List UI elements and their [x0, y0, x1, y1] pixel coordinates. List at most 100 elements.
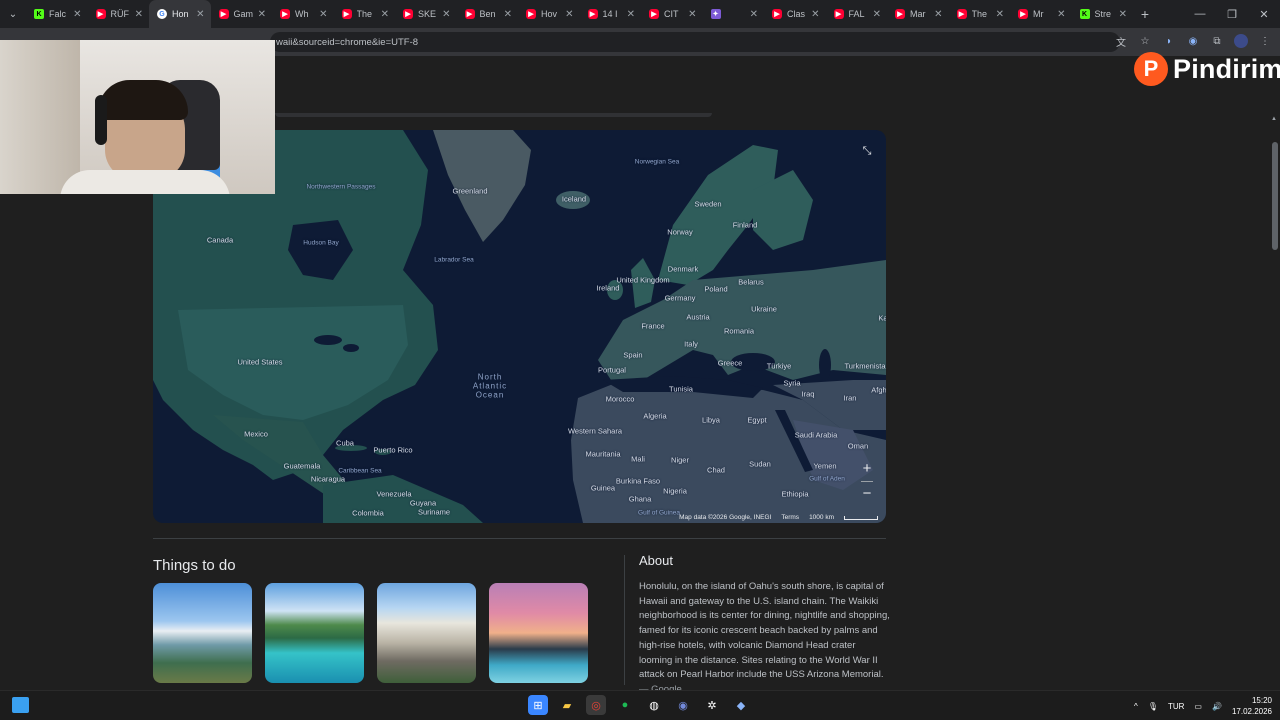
browser-tab[interactable]: ▶ RÜF ✕ [88, 0, 150, 28]
map-label: Austria [686, 312, 710, 322]
app-circle-icon[interactable]: ◍ [644, 695, 664, 715]
browser-tab[interactable]: ▶ Ben ✕ [457, 0, 519, 28]
close-tab-icon[interactable]: ✕ [750, 9, 758, 20]
close-tab-icon[interactable]: ✕ [442, 9, 450, 20]
browser-tab[interactable]: ▶ Mar ✕ [887, 0, 949, 28]
browser-tab[interactable]: ▶ The ✕ [949, 0, 1011, 28]
chrome-icon[interactable]: ◎ [586, 695, 606, 715]
browser-tab[interactable]: ▶ Clas ✕ [764, 0, 826, 28]
browser-tab[interactable]: ▶ Gam ✕ [211, 0, 273, 28]
translate-icon[interactable]: 文 [1114, 34, 1128, 49]
browser-tab[interactable]: ▶ FAL ✕ [826, 0, 888, 28]
map-label: Portugal [598, 365, 626, 375]
close-tab-icon[interactable]: ✕ [934, 9, 942, 20]
volume-icon[interactable]: 🔊 [1212, 702, 1222, 711]
zoom-out-button[interactable]: − [856, 482, 878, 506]
browser-tab[interactable]: ▶ The ✕ [334, 0, 396, 28]
steam-icon[interactable]: ◆ [731, 695, 751, 715]
spotify-icon[interactable]: ● [615, 695, 635, 715]
minimize-icon[interactable]: — [1184, 8, 1216, 21]
fullscreen-collapse-icon[interactable]: ⤡ [860, 144, 874, 158]
map-label: Tunisia [669, 384, 693, 394]
browser-tab[interactable]: ▶ Hov ✕ [518, 0, 580, 28]
webcam-person-hair [98, 80, 188, 120]
youtube-icon: ▶ [587, 9, 598, 19]
close-tab-icon[interactable]: ✕ [135, 9, 143, 20]
close-tab-icon[interactable]: ✕ [873, 9, 881, 20]
browser-tab[interactable]: ▶ 14 I ✕ [580, 0, 642, 28]
extensions-puzzle-icon[interactable]: ⧉ [1210, 34, 1224, 48]
close-window-icon[interactable]: ✕ [1248, 8, 1280, 21]
kick-icon: K [1079, 9, 1090, 19]
close-tab-icon[interactable]: ✕ [319, 9, 327, 20]
close-tab-icon[interactable]: ✕ [504, 9, 512, 20]
tab-search-chevron-icon[interactable]: ⌄ [0, 0, 26, 28]
browser-tab[interactable]: K Stre ✕ [1072, 0, 1134, 28]
zoom-in-button[interactable]: + [856, 457, 878, 481]
map-label: Western Sahara [567, 426, 623, 436]
things-to-do-card[interactable] [265, 583, 364, 683]
address-bar[interactable]: waii&sourceid=chrome&ie=UTF-8 [270, 32, 1120, 52]
pindirim-logo: P Pindirim [1134, 52, 1280, 86]
tray-chevron-up-icon[interactable]: ^ [1134, 702, 1138, 711]
desktop-app-icon[interactable] [12, 697, 29, 713]
close-tab-icon[interactable]: ✕ [1119, 9, 1127, 20]
about-description: Honolulu, on the island of Oahu's south … [639, 580, 891, 698]
map-label: Mauritania [585, 449, 621, 459]
restore-icon[interactable]: ❐ [1216, 8, 1248, 21]
close-tab-icon[interactable]: ✕ [196, 9, 204, 20]
windows-start-icon[interactable]: ⊞ [528, 695, 548, 715]
things-to-do-card[interactable] [489, 583, 588, 683]
extension-globe-icon[interactable]: ◉ [1186, 34, 1200, 48]
map-label: Guyana [409, 498, 437, 508]
menu-kebab-icon[interactable]: ⋮ [1258, 34, 1272, 48]
map-label: Guatemala [283, 461, 321, 471]
browser-tab[interactable]: ▶ CIT ✕ [641, 0, 703, 28]
app-settings-icon[interactable]: ✲ [702, 695, 722, 715]
network-icon[interactable]: ▭ [1194, 702, 1202, 711]
browser-tab[interactable]: K Falc ✕ [26, 0, 88, 28]
browser-tab[interactable]: ✦ ✕ [703, 0, 765, 28]
file-explorer-icon[interactable]: ▰ [557, 695, 577, 715]
profile-avatar[interactable] [1234, 34, 1248, 48]
microphone-icon[interactable]: 🎙 [1148, 702, 1158, 711]
browser-tab[interactable]: ▶ SKE ✕ [395, 0, 457, 28]
things-to-do-card[interactable] [377, 583, 476, 683]
kick-icon: K [34, 9, 44, 19]
map-label: Iran [843, 393, 857, 403]
close-tab-icon[interactable]: ✕ [1057, 9, 1065, 20]
things-to-do-heading: Things to do [153, 557, 236, 574]
new-tab-button[interactable]: + [1133, 6, 1157, 22]
tab-title: Wh [295, 9, 309, 19]
map-label: Ethiopia [781, 489, 809, 499]
clock-time: 15:20 [1251, 696, 1272, 705]
close-tab-icon[interactable]: ✕ [996, 9, 1004, 20]
close-tab-icon[interactable]: ✕ [381, 9, 389, 20]
clock[interactable]: 15:20 17.02.2026 [1232, 695, 1272, 717]
scroll-up-arrow-icon[interactable]: ▲ [1271, 116, 1277, 122]
about-heading: About [639, 553, 673, 568]
things-to-do-card[interactable] [153, 583, 252, 683]
map-label: Denmark [667, 264, 699, 274]
webcam-person-shirt [60, 170, 230, 194]
bookmark-star-icon[interactable]: ☆ [1138, 34, 1152, 48]
tab-title: FAL [848, 9, 865, 19]
map-label: Iraq [801, 389, 815, 399]
browser-tab[interactable]: ▶ Wh ✕ [272, 0, 334, 28]
browser-tab[interactable]: G Hon ✕ [149, 0, 211, 28]
language-indicator[interactable]: TUR [1168, 702, 1184, 711]
pindirim-logo-text: Pindirim [1173, 53, 1280, 84]
extension-audio-icon[interactable]: ◗ [1162, 34, 1176, 48]
close-tab-icon[interactable]: ✕ [627, 9, 635, 20]
discord-icon[interactable]: ◉ [673, 695, 693, 715]
close-tab-icon[interactable]: ✕ [565, 9, 573, 20]
page-scrollbar[interactable] [1272, 142, 1278, 250]
close-tab-icon[interactable]: ✕ [811, 9, 819, 20]
close-tab-icon[interactable]: ✕ [688, 9, 696, 20]
youtube-icon: ▶ [772, 9, 782, 19]
browser-tab[interactable]: ▶ Mr ✕ [1010, 0, 1072, 28]
map-label: Egypt [747, 415, 767, 425]
map-terms-link[interactable]: Terms [781, 514, 799, 521]
close-tab-icon[interactable]: ✕ [258, 9, 266, 20]
close-tab-icon[interactable]: ✕ [73, 9, 81, 20]
